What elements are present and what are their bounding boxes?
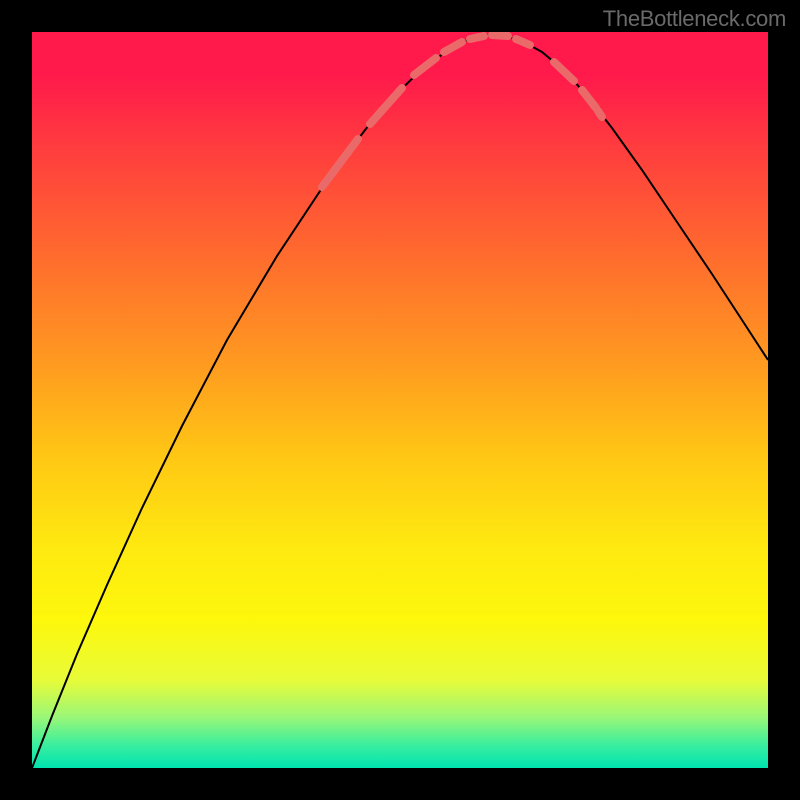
highlight-segment [516, 39, 530, 45]
highlight-segment [444, 42, 462, 52]
main-curve [32, 35, 768, 768]
highlight-segment [554, 62, 574, 81]
curve-layer [32, 32, 768, 768]
chart-frame: TheBottleneck.com [0, 0, 800, 800]
highlight-segment [414, 58, 436, 75]
highlight-segments [322, 35, 602, 187]
highlight-segment [470, 36, 484, 39]
highlight-segment [492, 35, 508, 36]
highlight-segment [582, 90, 596, 108]
plot-area [32, 32, 768, 768]
highlight-segment [598, 111, 602, 117]
highlight-segment [370, 88, 402, 124]
attribution-label: TheBottleneck.com [603, 6, 786, 32]
highlight-segment [322, 139, 358, 187]
